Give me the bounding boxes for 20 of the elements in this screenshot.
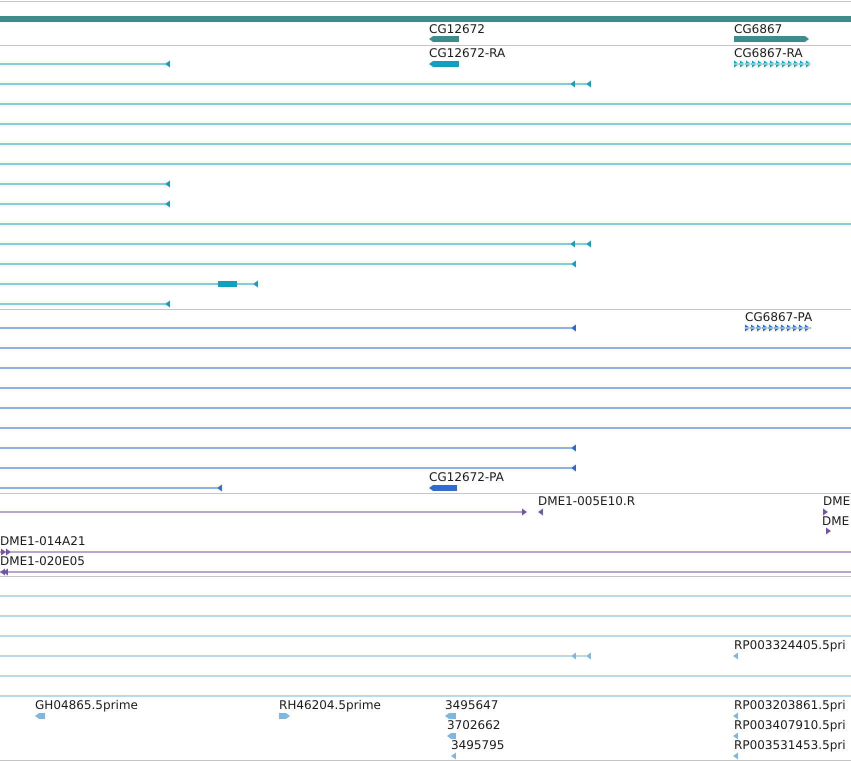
feature-label: DME1-005E10.R <box>538 494 636 508</box>
feature-label: 3495795 <box>451 738 504 752</box>
feature-label: 3702662 <box>447 718 500 732</box>
feature-label: 3495647 <box>445 698 498 712</box>
feature-label: RP003531453.5pri <box>734 738 846 752</box>
feature-label: RH46204.5prime <box>279 698 381 712</box>
feature-label: CG6867-RA <box>734 46 803 60</box>
feature-label: CG6867 <box>734 22 782 36</box>
feature-label: RP003407910.5pri <box>734 718 846 732</box>
feature-label: DME <box>823 494 850 508</box>
feature-label: CG6867-PA <box>745 310 812 324</box>
feature-label: DME <box>822 514 850 528</box>
feature-label: DME1-014A21 <box>0 534 86 548</box>
feature-label: RP003324405.5pri <box>734 638 846 652</box>
feature-label: CG12672 <box>429 22 485 36</box>
feature-label: GH04865.5prime <box>35 698 138 712</box>
feature-label: DME1-020E05 <box>0 554 85 568</box>
feature-label: RP003203861.5pri <box>734 698 846 712</box>
feature-label: CG12672-PA <box>429 470 504 484</box>
feature-label: CG12672-RA <box>429 46 506 60</box>
